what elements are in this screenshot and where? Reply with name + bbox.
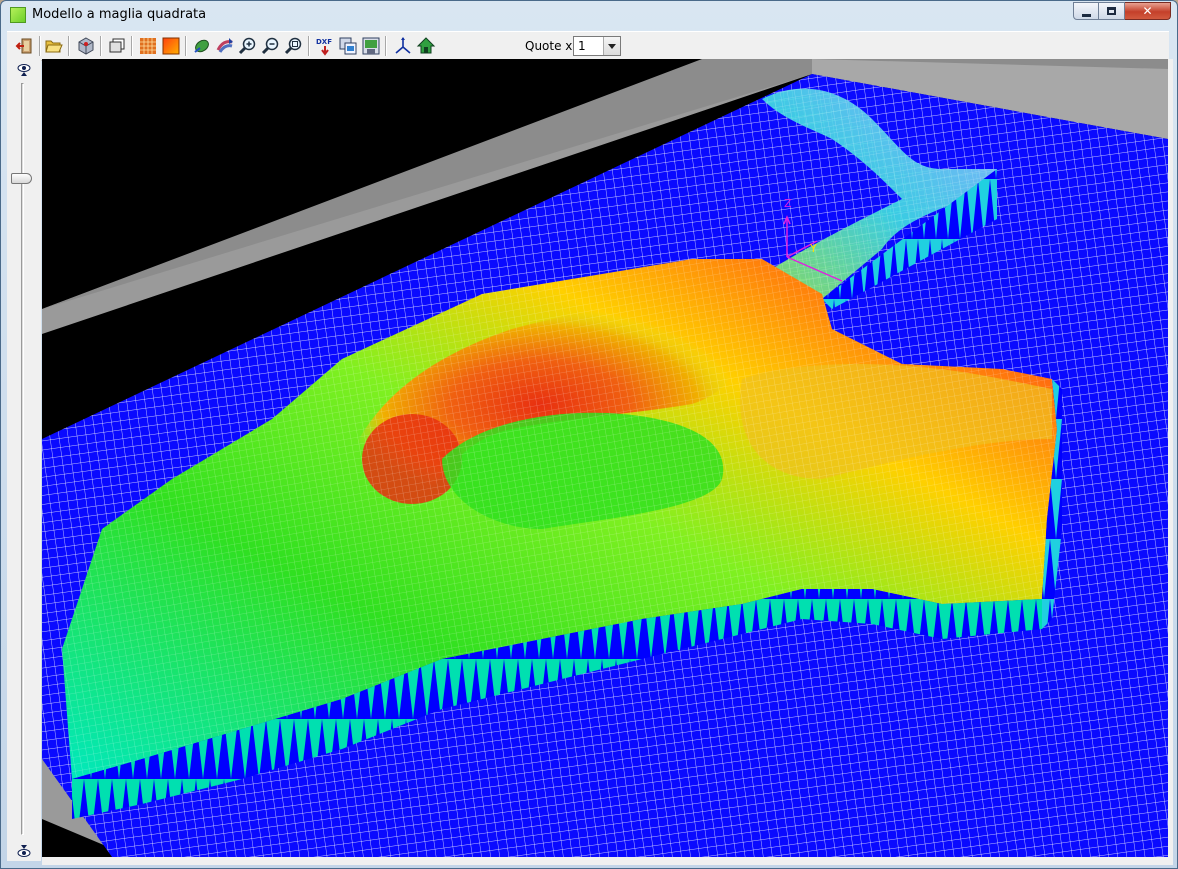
zoom-in-icon [238, 37, 256, 55]
exit-icon [15, 38, 32, 54]
layers-icon [109, 38, 125, 53]
toolbar: DXF Quote x 1 [7, 31, 1169, 61]
quote-multiplier-select[interactable]: 1 [573, 36, 621, 56]
mesh-texture-icon [140, 38, 156, 54]
eye-down-icon[interactable] [15, 843, 33, 859]
dxf-export-button[interactable]: DXF [315, 36, 335, 56]
window-title: Modello a maglia quadrata [32, 7, 207, 22]
chevron-down-icon[interactable] [603, 37, 620, 55]
model-icon [78, 37, 94, 55]
svg-text:DXF: DXF [316, 38, 332, 46]
copy-image-button[interactable] [338, 36, 358, 56]
quote-value: 1 [578, 39, 586, 53]
zoom-out-button[interactable] [261, 36, 281, 56]
app-icon [10, 7, 26, 23]
copy-image-icon [339, 37, 357, 55]
quote-label: Quote x [525, 39, 573, 53]
axes-icon [395, 37, 411, 54]
open-button[interactable] [44, 36, 64, 56]
home-view-button[interactable] [416, 36, 436, 56]
save-image-button[interactable] [361, 36, 381, 56]
solid-color-icon [162, 37, 180, 55]
tilt-slider-thumb[interactable] [11, 173, 32, 184]
save-image-icon [362, 37, 380, 55]
axes-button[interactable] [393, 36, 413, 56]
model-button[interactable] [76, 36, 96, 56]
solid-color-button[interactable] [161, 36, 181, 56]
axis-label-z: Z [784, 197, 792, 210]
home-view-icon [416, 37, 436, 54]
app-window: Modello a maglia quadrata ✕ DXF Quote x … [0, 0, 1178, 869]
exit-button[interactable] [15, 36, 35, 56]
zoom-in-button[interactable] [238, 36, 258, 56]
terrain-mesh-3d[interactable]: Z Y [42, 59, 1168, 857]
pan-icon [216, 38, 233, 53]
zoom-out-icon [261, 37, 279, 55]
minimize-button[interactable] [1073, 2, 1099, 20]
maximize-button[interactable] [1099, 2, 1125, 20]
dxf-export-icon: DXF [316, 38, 332, 56]
zoom-extents-icon [284, 37, 302, 55]
close-icon: ✕ [1142, 4, 1153, 18]
layers-button[interactable] [107, 36, 127, 56]
mesh-texture-button[interactable] [138, 36, 158, 56]
window-controls: ✕ [1073, 2, 1171, 22]
window-frame-right [1168, 59, 1173, 861]
tilt-slider-track[interactable] [21, 83, 24, 835]
3d-viewport[interactable]: Z Y [42, 59, 1168, 857]
rotate-button[interactable] [192, 36, 212, 56]
window-frame-bottom [42, 857, 1173, 865]
axis-label-y: Y [809, 242, 817, 255]
rotate-icon [194, 39, 209, 53]
zoom-extents-button[interactable] [284, 36, 304, 56]
pan-button[interactable] [215, 36, 235, 56]
minimize-icon [1082, 14, 1091, 17]
close-button[interactable]: ✕ [1125, 2, 1171, 20]
eye-up-icon[interactable] [15, 62, 33, 78]
maximize-icon [1107, 7, 1116, 15]
open-folder-icon [45, 40, 63, 53]
title-bar[interactable]: Modello a maglia quadrata ✕ [1, 1, 1177, 31]
view-angle-panel [7, 59, 41, 861]
